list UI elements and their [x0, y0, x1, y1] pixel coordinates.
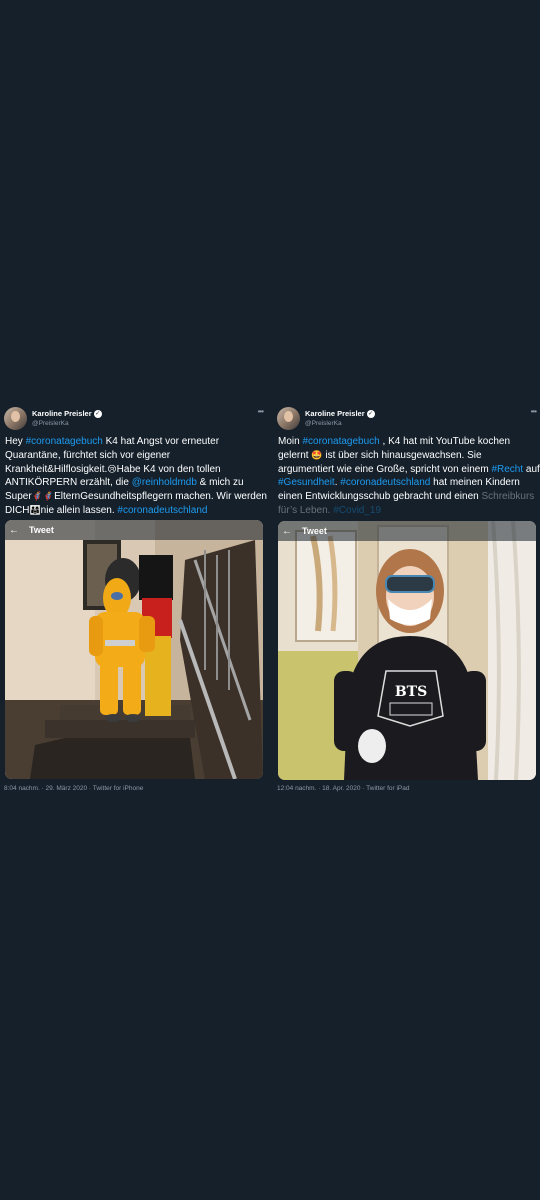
back-arrow-icon[interactable]: ← [9, 525, 19, 536]
author-name[interactable]: Karoline Preisler ✓ [32, 409, 102, 419]
tweet-text-segment: Hey [5, 436, 26, 447]
tweet-link[interactable]: #coronadeutschland [340, 477, 430, 488]
tweet-text: Hey #coronatagebuch K4 hat Angst vor ern… [5, 435, 267, 518]
author-name-text[interactable]: Karoline Preisler [32, 409, 92, 418]
tweet-text-segment: nie allein lassen. [40, 504, 118, 516]
author-name[interactable]: Karoline Preisler ✓ [305, 409, 375, 419]
author-handle[interactable]: @PreislerKa [305, 420, 342, 427]
tweet-author: Karoline Preisler ✓ @PreislerKa ••• [4, 407, 264, 431]
emoji-icon: 😢 [107, 463, 117, 474]
tweet-overlay-header: ← Tweet [278, 521, 536, 541]
tweet-link[interactable]: @reinholdmdb [132, 477, 197, 488]
emoji-icon: 👨‍👩‍👧 [29, 504, 41, 515]
tweet-link[interactable]: #coronatagebuch [302, 436, 379, 447]
tweet-link[interactable]: #coronadeutschland [117, 505, 207, 516]
tweet-link[interactable]: #coronatagebuch [26, 436, 103, 447]
photo-child-mask-hoodie: BTS [278, 521, 536, 780]
tweet-header-title: Tweet [302, 526, 327, 536]
tweet-overlay-header: ← Tweet [5, 520, 263, 540]
tweet-link[interactable]: #Recht [491, 464, 523, 475]
emoji-icon: 🦸‍♀️🦸‍♂️ [31, 491, 55, 502]
tweet-link[interactable]: #Gesundheit [278, 477, 335, 488]
tweet-photo[interactable]: BTS ← Tweet [278, 521, 536, 780]
verified-badge-icon: ✓ [93, 410, 102, 419]
tweet-photo[interactable]: ← Tweet [5, 520, 263, 779]
tweet-text-segment: auf [523, 463, 540, 475]
tweet-card-right[interactable]: Karoline Preisler ✓ @PreislerKa ••• Moin … [273, 401, 540, 801]
author-name-text[interactable]: Karoline Preisler [305, 409, 365, 418]
tweet-text-segment: Moin [278, 436, 303, 447]
avatar[interactable] [277, 407, 300, 430]
tweet-text: Moin #coronatagebuch , K4 hat mit YouTub… [278, 435, 540, 518]
tweet-timestamp[interactable]: 8:04 nachm. · 29. März 2020 · Twitter fo… [4, 785, 143, 792]
tweet-card-left[interactable]: Karoline Preisler ✓ @PreislerKa ••• Hey #… [0, 401, 267, 801]
more-options-icon[interactable]: ••• [258, 407, 264, 416]
screen: Karoline Preisler ✓ @PreislerKa ••• Hey #… [0, 0, 540, 1200]
emoji-icon: 🤩 [311, 449, 323, 460]
back-arrow-icon[interactable]: ← [282, 526, 292, 537]
avatar[interactable] [4, 407, 27, 430]
tweet-timestamp[interactable]: 12:04 nachm. · 18. Apr. 2020 · Twitter f… [277, 785, 409, 792]
photo-hazmat-suit-staircase [5, 520, 263, 779]
verified-badge-icon: ✓ [366, 410, 375, 419]
tweet-header-title: Tweet [29, 525, 54, 535]
more-options-icon[interactable]: ••• [531, 407, 537, 416]
author-handle[interactable]: @PreislerKa [32, 420, 69, 427]
tweet-author: Karoline Preisler ✓ @PreislerKa ••• [277, 407, 537, 431]
hoodie-print-text: BTS [395, 684, 427, 700]
tweet-link[interactable]: #Covid_19 [333, 505, 381, 516]
